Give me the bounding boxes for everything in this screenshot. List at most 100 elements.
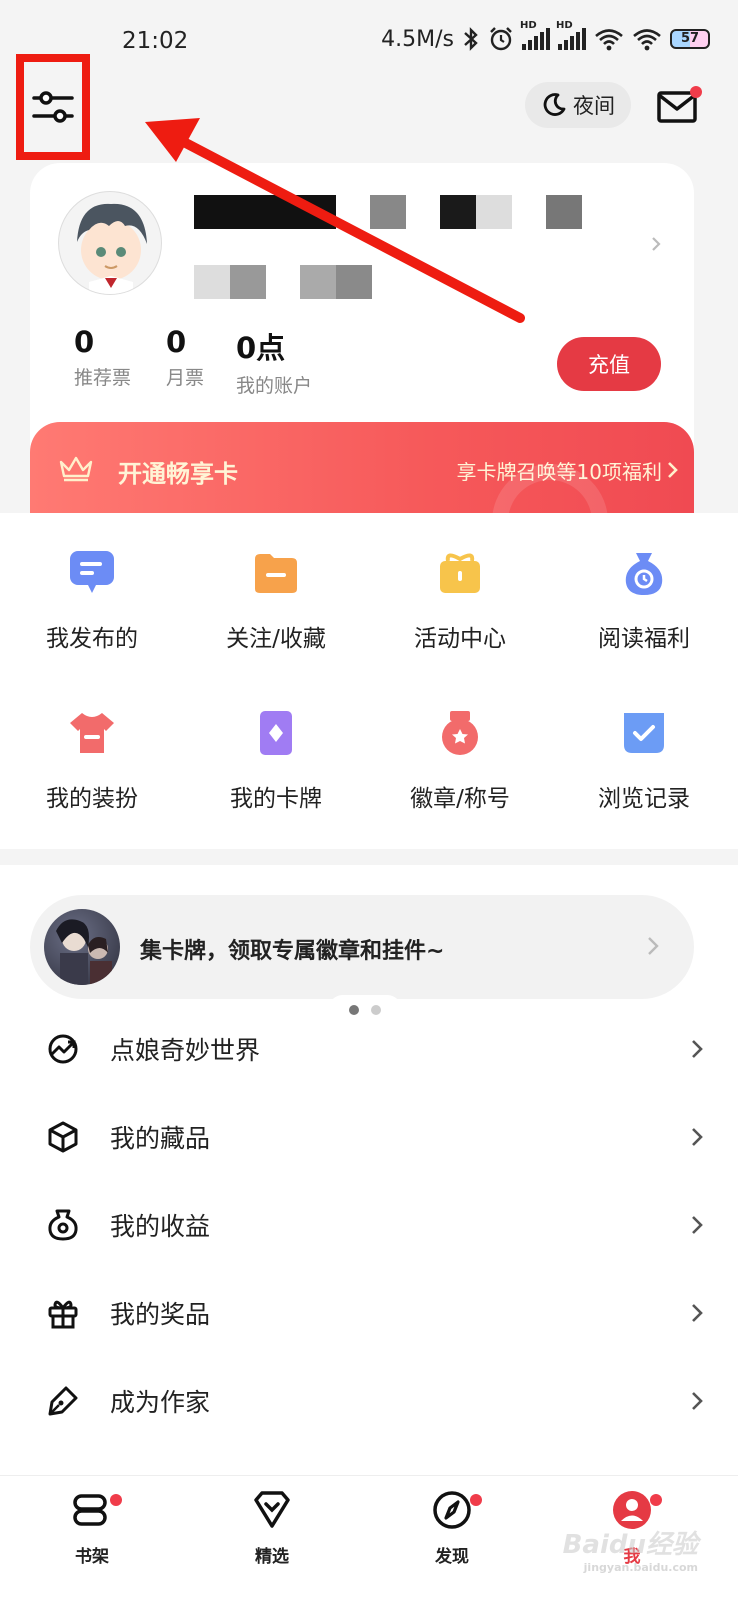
message-icon bbox=[70, 551, 114, 593]
grid-item-browsing-history[interactable]: 浏览记录 bbox=[552, 709, 736, 813]
grid-label: 阅读福利 bbox=[598, 626, 690, 652]
nav-discover[interactable]: 发现 bbox=[392, 1488, 512, 1567]
history-icon bbox=[624, 713, 664, 753]
settings-button[interactable] bbox=[16, 54, 90, 160]
menu-item-earnings[interactable]: 我的收益 bbox=[0, 1181, 738, 1269]
notification-dot bbox=[690, 86, 702, 98]
grid-item-my-posts[interactable]: 我发布的 bbox=[0, 549, 184, 653]
decorative-knot bbox=[492, 464, 608, 514]
chevron-right-icon bbox=[692, 1304, 703, 1322]
grid-label: 我发布的 bbox=[46, 626, 138, 652]
username-redacted bbox=[194, 195, 336, 229]
gift-icon bbox=[440, 553, 480, 593]
notification-dot bbox=[470, 1494, 482, 1506]
stat-value: 0 bbox=[166, 325, 187, 359]
status-time: 21:02 bbox=[122, 28, 189, 54]
menu-label: 成为作家 bbox=[110, 1388, 211, 1417]
redacted-block bbox=[300, 265, 336, 299]
redacted-block bbox=[230, 265, 266, 299]
nav-featured[interactable]: 精选 bbox=[212, 1488, 332, 1567]
chevron-right-icon bbox=[652, 237, 661, 251]
wifi-icon bbox=[595, 29, 623, 51]
avatar-image bbox=[77, 203, 147, 294]
stat-label: 我的账户 bbox=[236, 375, 313, 397]
grid-item-follow-favorites[interactable]: 关注/收藏 bbox=[184, 549, 368, 653]
menu-label: 我的收益 bbox=[110, 1212, 211, 1241]
stat-value: 0 bbox=[74, 325, 95, 359]
stat-recommend-tickets[interactable]: 0 推荐票 bbox=[74, 325, 131, 390]
grid-label: 我的卡牌 bbox=[230, 786, 322, 812]
grid-label: 我的装扮 bbox=[46, 786, 138, 812]
grid-item-badges-titles[interactable]: 徽章/称号 bbox=[368, 709, 552, 813]
watermark: Baidu经验 jingyan.baidu.com bbox=[562, 1530, 698, 1574]
chevron-right-icon bbox=[648, 937, 659, 955]
pen-icon bbox=[48, 1386, 78, 1416]
menu-item-prizes[interactable]: 我的奖品 bbox=[0, 1269, 738, 1357]
menu-label: 点娘奇妙世界 bbox=[110, 1036, 261, 1065]
menu-section: 集卡牌，领取专属徽章和挂件~ 点娘奇妙世界 我的藏品 我的收益 我的奖品 成为作… bbox=[0, 865, 738, 1475]
grid-item-my-cards[interactable]: 我的卡牌 bbox=[184, 709, 368, 813]
night-mode-button[interactable]: 夜间 bbox=[525, 82, 631, 128]
signal-hd-icon: HD bbox=[520, 20, 550, 50]
compass-icon bbox=[433, 1491, 471, 1529]
grid-item-my-outfits[interactable]: 我的装扮 bbox=[0, 709, 184, 813]
chevron-right-icon bbox=[692, 1128, 703, 1146]
redacted-block bbox=[440, 195, 476, 229]
mail-button[interactable] bbox=[656, 86, 702, 126]
gift-box-icon bbox=[48, 1300, 78, 1329]
notification-dot bbox=[650, 1494, 662, 1506]
crown-icon bbox=[59, 456, 93, 482]
stat-monthly-tickets[interactable]: 0 月票 bbox=[166, 325, 204, 390]
moon-icon bbox=[543, 93, 566, 116]
nav-label: 精选 bbox=[255, 1547, 289, 1567]
vip-title: 开通畅享卡 bbox=[118, 460, 238, 488]
recharge-button[interactable]: 充值 bbox=[557, 337, 661, 391]
stat-label: 推荐票 bbox=[74, 367, 132, 389]
chevron-right-icon bbox=[692, 1216, 703, 1234]
world-icon bbox=[48, 1034, 78, 1064]
sliders-icon bbox=[32, 91, 74, 123]
earnings-icon bbox=[48, 1209, 78, 1241]
stat-my-account[interactable]: 0点 我的账户 bbox=[236, 325, 312, 398]
nav-label: 发现 bbox=[435, 1547, 469, 1567]
bookshelf-icon bbox=[73, 1494, 107, 1526]
redacted-block bbox=[546, 195, 582, 229]
promo-banner[interactable]: 集卡牌，领取专属徽章和挂件~ bbox=[30, 895, 694, 999]
shirt-icon bbox=[70, 713, 114, 753]
stat-label: 月票 bbox=[166, 367, 205, 389]
chevron-right-icon bbox=[668, 462, 678, 478]
grid-label: 浏览记录 bbox=[598, 786, 690, 812]
network-speed: 4.5M/s bbox=[381, 26, 454, 52]
card-icon bbox=[260, 711, 292, 755]
status-icons: 4.5M/s HD HD 57 bbox=[381, 20, 710, 52]
alarm-icon bbox=[490, 27, 512, 51]
night-mode-label: 夜间 bbox=[573, 94, 615, 118]
notification-dot bbox=[110, 1494, 122, 1506]
redacted-block bbox=[194, 265, 230, 299]
promo-image bbox=[44, 909, 120, 985]
grid-item-reading-rewards[interactable]: 阅读福利 bbox=[552, 549, 736, 653]
redacted-block bbox=[336, 265, 372, 299]
status-bar: 21:02 4.5M/s HD HD 57 bbox=[0, 0, 738, 86]
grid-label: 关注/收藏 bbox=[226, 626, 326, 652]
grid-label: 徽章/称号 bbox=[410, 786, 510, 812]
nav-bookshelf[interactable]: 书架 bbox=[32, 1488, 152, 1567]
battery-icon: 57 bbox=[670, 29, 710, 49]
bluetooth-icon bbox=[464, 27, 478, 51]
grid-label: 活动中心 bbox=[414, 626, 506, 652]
feature-grid: 我发布的 关注/收藏 活动中心 阅读福利 我的装扮 我的卡牌 徽章/称号 浏览记… bbox=[0, 513, 738, 849]
grid-item-activity-center[interactable]: 活动中心 bbox=[368, 549, 552, 653]
diamond-icon bbox=[254, 1491, 290, 1528]
nav-label: 书架 bbox=[75, 1547, 109, 1567]
medal-icon bbox=[442, 711, 478, 755]
vip-banner[interactable]: 开通畅享卡 享卡牌召唤等10项福利 bbox=[30, 422, 694, 514]
menu-item-become-author[interactable]: 成为作家 bbox=[0, 1357, 738, 1445]
wifi-icon bbox=[633, 29, 661, 51]
folder-icon bbox=[255, 554, 297, 593]
avatar[interactable] bbox=[58, 191, 162, 295]
menu-item-collection[interactable]: 我的藏品 bbox=[0, 1093, 738, 1181]
menu-item-wonder-world[interactable]: 点娘奇妙世界 bbox=[0, 1005, 738, 1093]
signal-hd-icon: HD bbox=[556, 20, 586, 50]
chevron-right-icon bbox=[692, 1040, 703, 1058]
stat-value: 0点 bbox=[236, 331, 286, 365]
